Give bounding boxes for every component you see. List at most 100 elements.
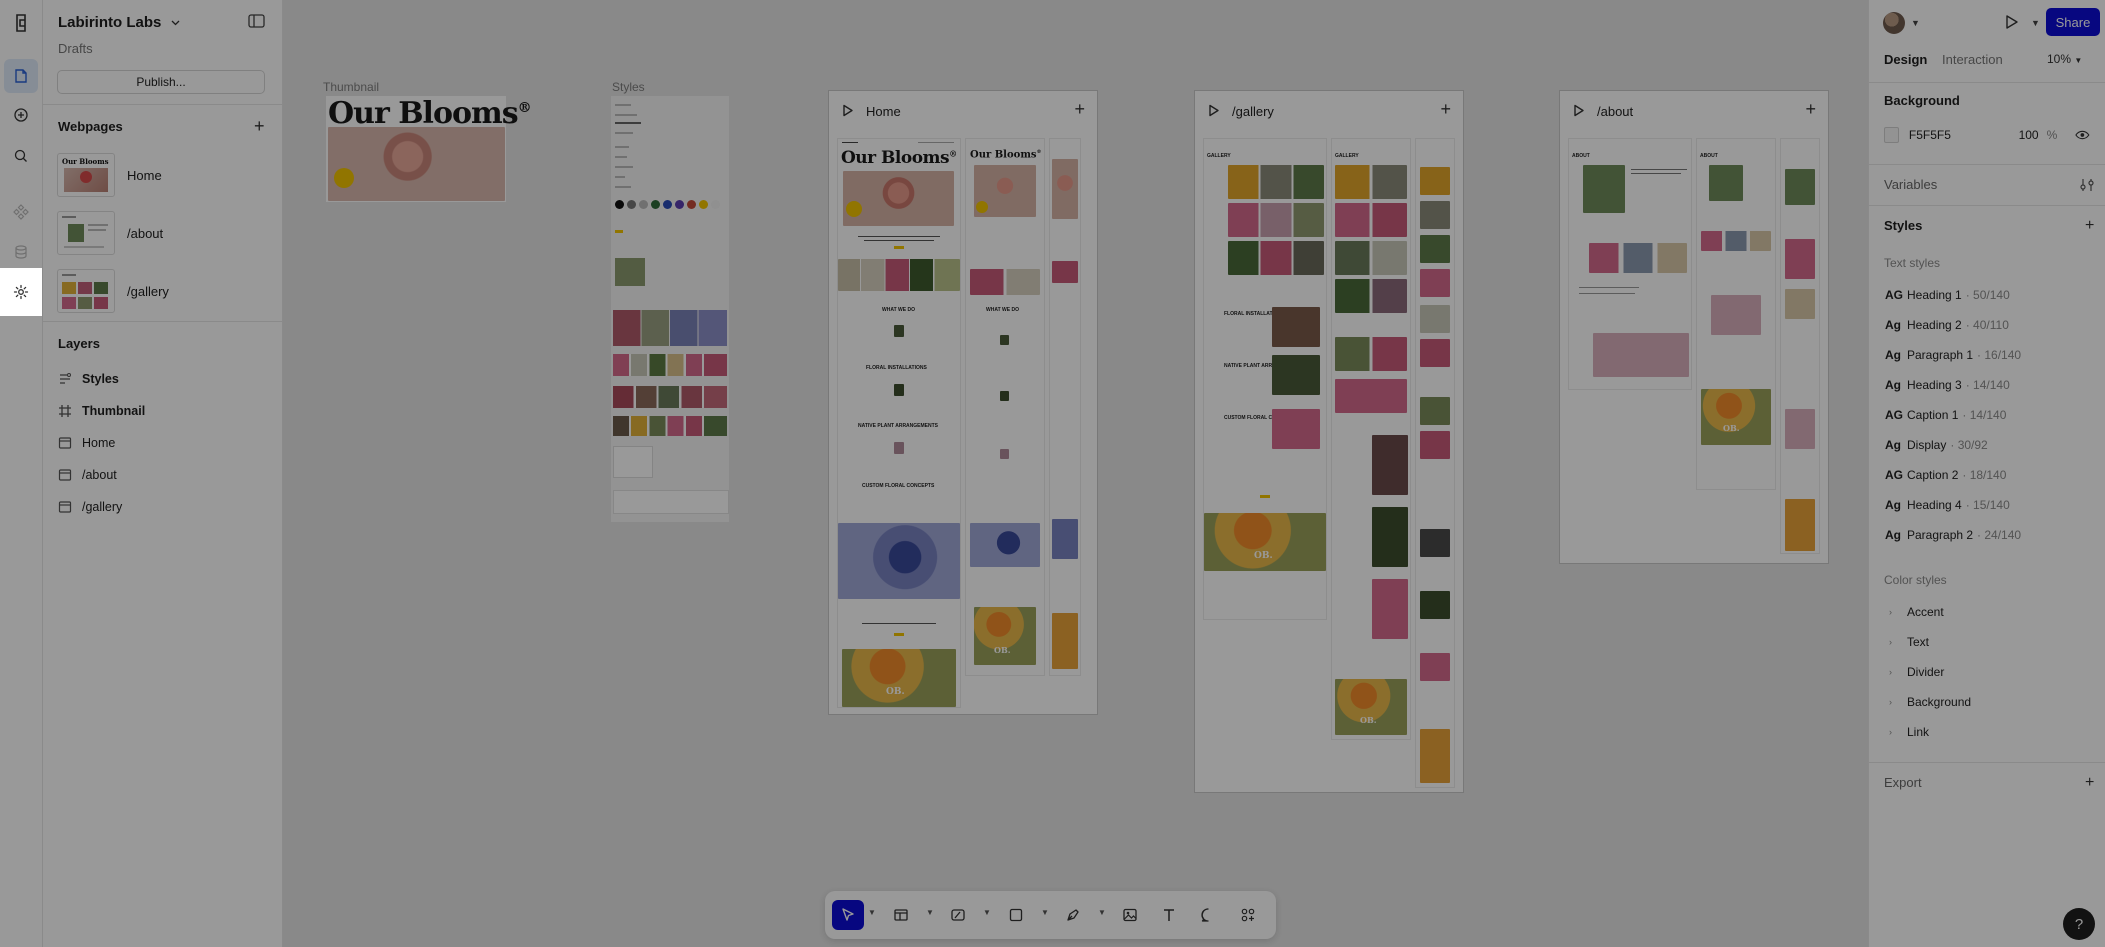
text-style-icon: AG bbox=[1885, 408, 1903, 422]
chevron-down-icon[interactable]: ▼ bbox=[983, 908, 991, 917]
shape-tool-button[interactable] bbox=[1001, 900, 1031, 930]
add-breakpoint-button[interactable]: + bbox=[1074, 100, 1085, 118]
color-style-item[interactable]: › Divider bbox=[1889, 663, 1944, 681]
play-icon[interactable] bbox=[842, 104, 854, 117]
layer-name: /gallery bbox=[82, 500, 123, 514]
insert-icon[interactable] bbox=[4, 98, 38, 132]
page-item-gallery[interactable]: /gallery bbox=[57, 268, 267, 314]
play-icon[interactable] bbox=[1208, 104, 1220, 117]
text-style-icon: Ag bbox=[1885, 378, 1901, 392]
layer-item-home[interactable]: Home bbox=[58, 432, 115, 454]
text-style-item[interactable]: Ag Display · 30/92 bbox=[1885, 436, 1988, 454]
cms-icon[interactable] bbox=[4, 235, 38, 269]
logo-mark: OB. bbox=[994, 645, 1011, 655]
preview-play-icon[interactable] bbox=[2005, 14, 2019, 30]
text-style-item[interactable]: AG Caption 1 · 14/140 bbox=[1885, 406, 2006, 424]
components-icon[interactable] bbox=[4, 195, 38, 229]
frame-gallery[interactable]: /gallery + GALLERY FLORAL INSTALLATIONS … bbox=[1194, 90, 1464, 793]
frame-label-thumbnail[interactable]: Thumbnail bbox=[323, 80, 379, 94]
layer-item-about[interactable]: /about bbox=[58, 464, 117, 486]
chevron-down-icon[interactable]: ▼ bbox=[1911, 18, 1920, 28]
text-style-item[interactable]: Ag Heading 4 · 15/140 bbox=[1885, 496, 2010, 514]
background-opacity[interactable]: 100 bbox=[2011, 128, 2039, 142]
hash-frame-icon bbox=[59, 405, 71, 417]
chevron-down-icon[interactable]: ▼ bbox=[1041, 908, 1049, 917]
frame-about[interactable]: /about + ABOUT ABOUT OB. bbox=[1559, 90, 1829, 564]
divider bbox=[1869, 82, 2105, 83]
text-style-item[interactable]: Ag Heading 3 · 14/140 bbox=[1885, 376, 2010, 394]
layer-item-gallery[interactable]: /gallery bbox=[58, 496, 122, 518]
add-page-button[interactable]: + bbox=[254, 117, 265, 135]
pen-tool-button[interactable] bbox=[1058, 900, 1088, 930]
divider bbox=[43, 321, 282, 322]
text-style-item[interactable]: Ag Heading 2 · 40/110 bbox=[1885, 316, 2009, 334]
zoom-level[interactable]: 10% ▼ bbox=[2047, 52, 2082, 66]
color-style-item[interactable]: › Text bbox=[1889, 633, 1929, 651]
share-button[interactable]: Share bbox=[2046, 8, 2100, 36]
text-style-item[interactable]: Ag Paragraph 1 · 16/140 bbox=[1885, 346, 2021, 364]
section-caption: GALLERY bbox=[1335, 153, 1359, 159]
color-style-item[interactable]: › Background bbox=[1889, 693, 1971, 711]
thumb-heading: Our Blooms bbox=[62, 157, 109, 166]
avatar[interactable] bbox=[1883, 12, 1905, 34]
chevron-down-icon[interactable]: ▼ bbox=[926, 908, 934, 917]
publish-button[interactable]: Publish... bbox=[57, 70, 265, 94]
sidebar-toggle-icon[interactable] bbox=[248, 14, 265, 28]
text-icon bbox=[1164, 909, 1174, 921]
pen-icon bbox=[1067, 909, 1079, 921]
text-tool-button[interactable] bbox=[1154, 900, 1184, 930]
breakpoint-tablet: ABOUT OB. bbox=[1696, 138, 1776, 490]
app-logo-icon[interactable] bbox=[4, 6, 38, 40]
project-menu[interactable]: Labirinto Labs bbox=[58, 14, 180, 31]
section-caption: WHAT WE DO bbox=[882, 307, 915, 313]
section-tool-button[interactable] bbox=[943, 900, 973, 930]
background-color-field[interactable]: F5F5F5 100 % bbox=[1884, 124, 2090, 146]
text-style-item[interactable]: AG Heading 1 · 50/140 bbox=[1885, 286, 2010, 304]
background-hex[interactable]: F5F5F5 bbox=[1909, 128, 2001, 142]
settings-button[interactable] bbox=[0, 268, 42, 316]
styles-frame[interactable] bbox=[611, 96, 729, 522]
add-breakpoint-button[interactable]: + bbox=[1440, 100, 1451, 118]
color-styles-title: Color styles bbox=[1884, 573, 1947, 587]
canvas[interactable]: Thumbnail Our Blooms® Styles Home + Our … bbox=[283, 0, 1867, 947]
layers-title: Layers bbox=[58, 336, 100, 351]
search-icon[interactable] bbox=[4, 139, 38, 173]
chevron-down-icon[interactable]: ▼ bbox=[1098, 908, 1106, 917]
thumbnail-heading: Our Blooms® bbox=[328, 96, 532, 131]
text-style-item[interactable]: AG Caption 2 · 18/140 bbox=[1885, 466, 2006, 484]
logo-mark: OB. bbox=[1254, 551, 1273, 561]
play-icon[interactable] bbox=[1573, 104, 1585, 117]
comment-tool-button[interactable] bbox=[1193, 900, 1223, 930]
frame-home[interactable]: Home + Our Blooms® WHAT WE DO FLORAL INS… bbox=[828, 90, 1098, 715]
color-style-item[interactable]: › Accent bbox=[1889, 603, 1944, 621]
breakpoint-tablet: GALLERY OB. bbox=[1331, 138, 1411, 740]
gear-icon bbox=[13, 284, 29, 300]
move-tool-button[interactable] bbox=[832, 900, 864, 930]
tab-interaction[interactable]: Interaction bbox=[1942, 52, 2003, 67]
eye-icon[interactable] bbox=[2075, 130, 2090, 140]
color-swatch[interactable] bbox=[1884, 127, 1899, 143]
page-item-home[interactable]: Our Blooms Home bbox=[57, 152, 267, 198]
page-item-about[interactable]: /about bbox=[57, 210, 267, 256]
add-export-button[interactable]: + bbox=[2085, 775, 2094, 791]
frame-label-styles[interactable]: Styles bbox=[612, 80, 645, 94]
add-breakpoint-button[interactable]: + bbox=[1805, 100, 1816, 118]
frame-tool-button[interactable] bbox=[886, 900, 916, 930]
tab-design[interactable]: Design bbox=[1884, 52, 1927, 67]
text-style-item[interactable]: Ag Paragraph 2 · 24/140 bbox=[1885, 526, 2021, 544]
image-tool-button[interactable] bbox=[1115, 900, 1145, 930]
chevron-down-icon[interactable]: ▼ bbox=[2031, 18, 2040, 28]
pages-icon[interactable] bbox=[4, 59, 38, 93]
chevron-down-icon[interactable]: ▼ bbox=[868, 908, 876, 917]
variables-adjust-icon[interactable] bbox=[2080, 178, 2094, 192]
add-style-button[interactable]: + bbox=[2085, 218, 2094, 234]
layer-item-thumbnail[interactable]: Thumbnail bbox=[58, 400, 145, 422]
breakpoint-mobile bbox=[1415, 138, 1455, 788]
project-location: Drafts bbox=[58, 41, 93, 56]
layer-item-styles[interactable]: Styles bbox=[58, 368, 119, 390]
thumbnail-frame[interactable]: Our Blooms® bbox=[326, 96, 532, 202]
color-style-item[interactable]: › Link bbox=[1889, 723, 1929, 741]
help-button[interactable]: ? bbox=[2063, 908, 2095, 940]
brand-heading: Our Blooms® bbox=[841, 148, 957, 168]
assets-tool-button[interactable] bbox=[1233, 900, 1263, 930]
